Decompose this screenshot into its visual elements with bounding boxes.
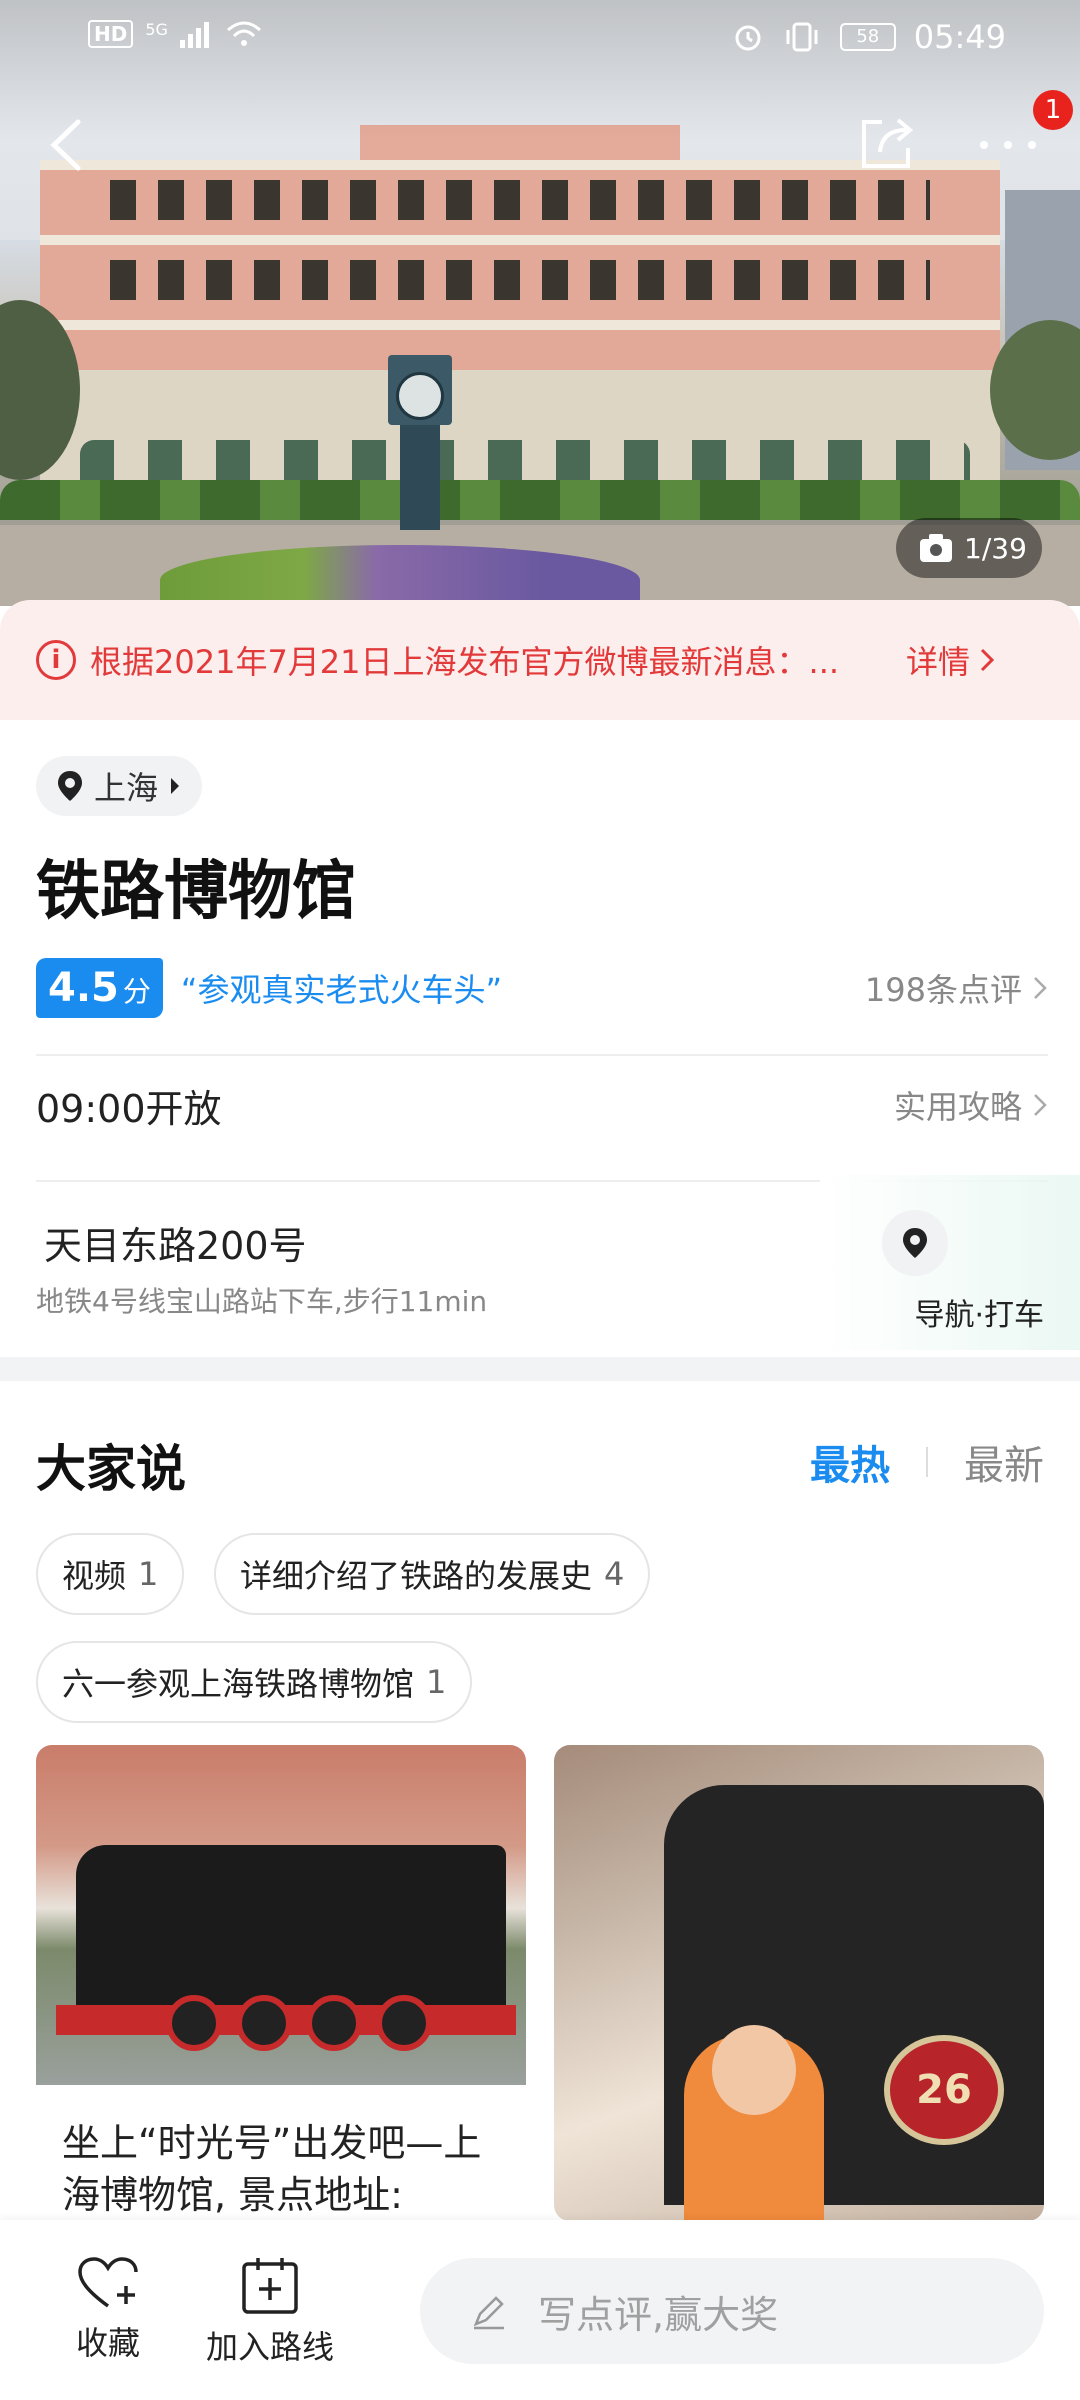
photo-counter[interactable]: 1/39: [896, 518, 1042, 578]
navigation-label[interactable]: 导航·打车: [904, 1290, 1044, 1334]
score-unit: 分: [122, 975, 151, 1008]
tag-count: 4: [604, 1555, 625, 1593]
info-icon: i: [36, 640, 76, 680]
city-label: 上海: [94, 769, 159, 807]
hours-row[interactable]: 09:00开放 实用攻略: [36, 1055, 1048, 1155]
section-separator: [0, 1357, 1080, 1381]
chevron-right-icon: [980, 648, 995, 672]
flower-bed: [160, 545, 640, 606]
score-row[interactable]: 4.5 分 “参观真实老式火车头” 198条点评: [36, 958, 1048, 1018]
clock-time: 05:49: [913, 18, 1006, 56]
score-badge: 4.5 分: [36, 958, 163, 1018]
hero-photo[interactable]: [0, 0, 1080, 606]
tab-divider: [926, 1447, 928, 1477]
tree-right: [990, 320, 1080, 460]
status-bar: HD 5G 58 05:49: [0, 0, 1080, 78]
map-pin-icon: [903, 1228, 927, 1258]
write-review-input[interactable]: 写点评,赢大奖: [420, 2258, 1044, 2364]
heart-plus-icon: [78, 2257, 138, 2308]
opening-hours: 09:00开放: [36, 1086, 222, 1131]
tag-chip[interactable]: 六一参观上海铁路博物馆 1: [36, 1641, 473, 1723]
caret-right-icon: [171, 778, 180, 794]
hedges: [0, 480, 1080, 520]
back-button[interactable]: [36, 110, 96, 180]
signal-label: 5G: [145, 19, 168, 39]
photo-counter-text: 1/39: [964, 531, 1027, 565]
locomotive-number-plate: 26: [884, 2035, 1004, 2145]
post-caption: 坐上“时光号”出发吧—上海博物馆, 景点地址:: [62, 2121, 482, 2217]
location-pin-icon: [58, 771, 82, 801]
notice-detail-link[interactable]: 详情: [906, 637, 996, 683]
favorite-label: 收藏: [75, 2324, 140, 2362]
post-photo: 26: [554, 1745, 1044, 2221]
notice-text: 根据2021年7月21日上海发布官方微博最新消息：...: [90, 643, 840, 681]
address-text: 天目东路200号: [44, 1224, 307, 1268]
guide-label: 实用攻略: [893, 1088, 1022, 1126]
notice-detail-label: 详情: [906, 643, 971, 681]
tag-chip[interactable]: 视频 1: [36, 1533, 185, 1615]
notice-bar[interactable]: i 根据2021年7月21日上海发布官方微博最新消息：... 详情: [0, 600, 1080, 720]
notification-badge: 1: [1033, 90, 1073, 130]
tab-new[interactable]: 最新: [964, 1433, 1044, 1491]
post-photo: [36, 1745, 526, 2085]
add-route-button[interactable]: 加入路线: [200, 2256, 340, 2368]
tag-count: 1: [138, 1555, 159, 1593]
review-quote: “参观真实老式火车头”: [180, 971, 503, 1009]
bottom-action-bar: 收藏 加入路线 写点评,赢大奖: [0, 2220, 1080, 2400]
section-title: 大家说: [36, 1440, 186, 1498]
post-card[interactable]: 坐上“时光号”出发吧—上海博物馆, 景点地址:: [36, 1745, 526, 2221]
share-button[interactable]: [852, 108, 922, 178]
museum-building: [40, 125, 1000, 510]
share-icon: [862, 118, 914, 168]
score-value: 4.5: [48, 965, 119, 1011]
navigation-button[interactable]: [882, 1210, 948, 1276]
review-count: 198条点评: [864, 971, 1022, 1009]
guide-link[interactable]: 实用攻略: [894, 1082, 1048, 1128]
tag-count: 1: [426, 1663, 447, 1701]
discussion-section: 大家说 最热 最新 视频 1 详细介绍了铁路的发展史 4 六一参观上海铁路博物馆…: [0, 1381, 1080, 2221]
page-title: 铁路博物馆: [36, 855, 356, 929]
favorite-button[interactable]: 收藏: [58, 2256, 158, 2364]
tag-label: 视频: [62, 1557, 127, 1595]
tag-label: 六一参观上海铁路博物馆: [62, 1665, 415, 1703]
address-block[interactable]: 天目东路200号 地铁4号线宝山路站下车,步行11min: [36, 1215, 796, 1320]
vibrate-icon: [786, 22, 818, 52]
signal-icon: [179, 22, 209, 48]
tab-hot[interactable]: 最热: [810, 1433, 890, 1491]
chevron-right-icon: [1034, 977, 1047, 999]
calendar-plus-icon: [242, 2258, 298, 2314]
locomotive-illustration: [76, 1845, 506, 2015]
battery-icon: 58: [839, 23, 896, 51]
route-label: 加入路线: [205, 2328, 334, 2366]
tag-label: 详细介绍了铁路的发展史: [240, 1557, 593, 1595]
city-chip[interactable]: 上海: [36, 756, 203, 816]
sort-tabs: 最热 最新: [810, 1433, 1044, 1491]
write-review-placeholder: 写点评,赢大奖: [538, 2292, 779, 2337]
chevron-right-icon: [1034, 1094, 1047, 1116]
alarm-icon: [735, 25, 761, 51]
tag-chip[interactable]: 详细介绍了铁路的发展史 4: [214, 1533, 651, 1615]
hd-badge: HD: [88, 20, 134, 48]
camera-icon: [920, 534, 952, 562]
review-count-link[interactable]: 198条点评: [865, 965, 1048, 1011]
clock-icon: [396, 372, 444, 420]
wifi-icon: [226, 21, 261, 46]
post-card[interactable]: 26: [554, 1745, 1044, 2221]
chevron-left-icon: [50, 119, 81, 171]
poi-info-card: 上海 铁路博物馆 4.5 分 “参观真实老式火车头” 198条点评 09:00开…: [0, 720, 1080, 1360]
transit-text: 地铁4号线宝山路站下车,步行11min: [36, 1285, 488, 1318]
pencil-icon: [473, 2296, 504, 2330]
